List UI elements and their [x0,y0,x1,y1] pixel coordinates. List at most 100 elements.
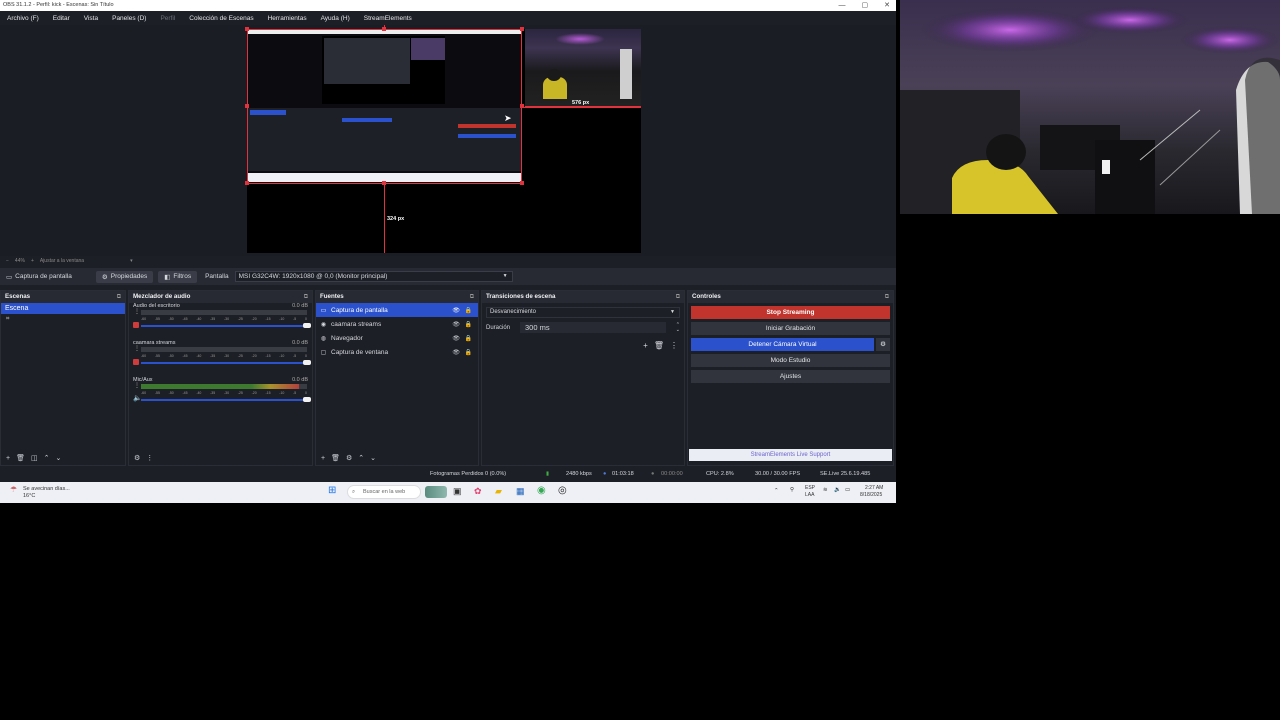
move-up-icon[interactable]: ⌃ [44,454,50,462]
visibility-eye-icon[interactable]: 👁 [452,321,460,328]
properties-button[interactable]: ⚙ Propiedades [95,270,154,283]
menu-streamelements[interactable]: StreamElements [357,15,419,22]
menu-coleccion-escenas[interactable]: Colección de Escenas [182,15,260,22]
popout-icon[interactable]: ⧉ [470,291,474,303]
popout-icon[interactable]: ⧉ [117,291,121,303]
store-icon[interactable]: ▦ [516,486,525,497]
zoom-mode-select[interactable]: Ajustar a la ventana [40,258,84,264]
channel-menu-icon[interactable]: ⋮ [134,346,140,352]
resize-handle[interactable] [520,181,524,185]
chrome-icon[interactable]: ◉ [537,485,546,496]
volume-knob[interactable] [303,360,311,365]
volume-slider[interactable] [141,397,311,402]
source-item[interactable]: ◍ Navegador 👁 🔒 [316,331,478,345]
move-down-icon[interactable]: ⌄ [370,454,376,462]
duration-input[interactable]: 300 ms [520,322,666,333]
obs-icon[interactable]: ◎ [558,485,567,496]
menu-paneles[interactable]: Paneles (D) [105,15,153,22]
streamelements-support-button[interactable]: StreamElements Live Support [689,449,892,461]
popout-icon[interactable]: ⧉ [676,291,680,303]
speaker-muted-icon[interactable] [133,359,139,365]
copilot-icon[interactable]: ✿ [474,486,482,497]
scene-item[interactable]: Escena [1,303,125,314]
studio-mode-button[interactable]: Modo Estudio [691,354,890,367]
widget-icon[interactable] [425,486,447,498]
lock-icon[interactable]: 🔒 [465,349,472,356]
lock-icon[interactable]: 🔒 [465,321,472,328]
preview-canvas[interactable]: 576 px 324 px ➤ [245,25,641,253]
task-view-icon[interactable]: ▣ [453,486,462,497]
stop-streaming-button[interactable]: Stop Streaming [691,306,890,319]
add-icon[interactable]: + [6,455,10,462]
file-explorer-icon[interactable]: ▰ [495,486,502,497]
lock-icon[interactable]: 🔒 [465,335,472,342]
language-layout[interactable]: LAA [805,492,814,498]
maximize-icon[interactable]: ▢ [862,0,869,11]
move-up-icon[interactable]: ⌃ [358,454,364,462]
volume-icon[interactable]: 🔉 [834,487,841,493]
filters-button[interactable]: ◧ Filtros [158,270,198,283]
trash-icon[interactable]: 🗑 [16,454,25,462]
clock-time[interactable]: 2:27 AM [865,485,883,491]
menu-ayuda[interactable]: Ayuda (H) [314,15,357,22]
menu-archivo[interactable]: Archivo (F) [0,15,46,22]
wifi-icon[interactable]: ≋ [823,487,828,493]
resize-handle[interactable] [245,181,249,185]
start-recording-button[interactable]: Iniciar Grabación [691,322,890,335]
battery-icon[interactable]: ▭ [845,487,850,493]
weather-icon[interactable]: ☂ [10,485,17,494]
visibility-eye-icon[interactable]: 👁 [452,349,460,356]
windows-start-icon[interactable]: ⊞ [328,485,336,496]
add-icon[interactable]: + [321,455,325,462]
resize-handle[interactable] [520,27,524,31]
screen-capture-source[interactable] [247,29,522,184]
minimize-icon[interactable]: — [839,0,846,11]
volume-knob[interactable] [303,397,311,402]
zoom-in-icon[interactable]: + [31,258,34,264]
volume-knob[interactable] [303,323,311,328]
language-code[interactable]: ESP [805,485,815,491]
channel-menu-icon[interactable]: ⋮ [134,309,140,315]
advanced-audio-icon[interactable]: ⚙ [134,454,140,462]
visibility-eye-icon[interactable]: 👁 [452,335,460,342]
chevron-down-icon[interactable]: ▾ [130,258,133,264]
move-down-icon[interactable]: ⌄ [55,454,61,462]
menu-editar[interactable]: Editar [46,15,77,22]
volume-slider[interactable] [141,360,311,365]
source-item[interactable]: ▢ Captura de ventana 👁 🔒 [316,345,478,359]
scene-filter-icon[interactable]: ⌗ [1,314,125,325]
lock-icon[interactable]: 🔒 [465,307,472,314]
screen-select[interactable]: MSI G32C4W: 1920x1080 @ 0,0 (Monitor pri… [234,271,513,282]
gear-icon[interactable]: ⚙ [346,454,352,462]
menu-herramientas[interactable]: Herramientas [261,15,314,22]
trash-icon[interactable]: 🗑 [331,454,340,462]
preview-area[interactable]: 576 px 324 px ➤ [0,25,896,259]
popout-icon[interactable]: ⧉ [885,291,889,303]
add-icon[interactable]: + [643,341,648,350]
weather-temp[interactable]: 16°C [23,493,35,499]
source-item[interactable]: ▭ Captura de pantalla 👁 🔒 [316,303,478,317]
resize-handle[interactable] [245,104,249,108]
weather-text[interactable]: Se avecinan días... [23,486,70,492]
menu-perfil[interactable]: Perfil [153,15,182,22]
source-item[interactable]: ◉ caamara streams 👁 🔒 [316,317,478,331]
gear-icon[interactable]: ⚙ [876,338,890,351]
chevron-up-icon[interactable]: ⌃ [774,488,779,494]
camera-source[interactable] [525,29,641,107]
visibility-eye-icon[interactable]: 👁 [452,307,460,314]
channel-menu-icon[interactable]: ⋮ [134,383,140,389]
stop-virtual-camera-button[interactable]: Detener Cámara Virtual [691,338,874,351]
more-options-icon[interactable]: ⋮ [146,454,153,462]
clock-date[interactable]: 8/18/2025 [860,492,882,498]
transition-select[interactable]: Desvanecimiento ▼ [486,307,680,318]
speaker-muted-icon[interactable] [133,322,139,328]
popout-icon[interactable]: ⧉ [304,291,308,303]
trash-icon[interactable]: 🗑 [654,341,664,350]
bluetooth-icon[interactable]: ⚲ [790,487,794,493]
more-options-icon[interactable]: ⋮ [670,341,678,350]
close-icon[interactable]: ✕ [884,0,890,11]
resize-handle[interactable] [245,27,249,31]
zoom-out-icon[interactable]: − [6,258,9,264]
duration-stepper-icon[interactable]: ⌃ ⌄ [676,322,680,333]
menu-vista[interactable]: Vista [77,15,105,22]
